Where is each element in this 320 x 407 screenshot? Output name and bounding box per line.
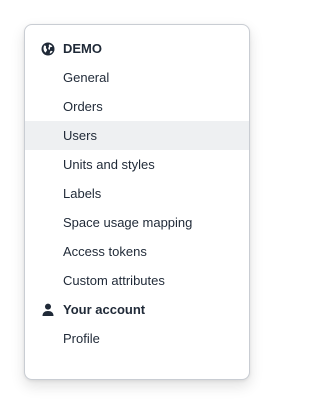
nav-item-label: Custom attributes [63,273,165,288]
nav-item-label: Space usage mapping [63,215,193,230]
nav-item-space-usage-mapping[interactable]: Space usage mapping [25,208,249,237]
section-title-demo: DEMO [63,41,102,56]
nav-item-units-and-styles[interactable]: Units and styles [25,150,249,179]
nav-item-general[interactable]: General [25,63,249,92]
nav-item-profile[interactable]: Profile [25,324,249,353]
nav-item-labels[interactable]: Labels [25,179,249,208]
nav-item-label: Profile [63,331,100,346]
nav-item-orders[interactable]: Orders [25,92,249,121]
nav-item-label: General [63,70,110,85]
nav-item-access-tokens[interactable]: Access tokens [25,237,249,266]
nav-item-label: Access tokens [63,244,147,259]
nav-item-users[interactable]: Users [25,121,249,150]
section-title-your-account: Your account [63,302,146,317]
settings-menu: DEMO General Orders Users Units and styl… [25,34,249,353]
user-icon [41,303,55,317]
nav-item-label: Orders [63,99,103,114]
settings-menu-card: DEMO General Orders Users Units and styl… [24,24,250,380]
nav-item-custom-attributes[interactable]: Custom attributes [25,266,249,295]
nav-item-label: Units and styles [63,157,155,172]
nav-item-label: Users [63,128,97,143]
nav-item-label: Labels [63,186,102,201]
section-header-your-account: Your account [25,295,249,324]
section-header-demo: DEMO [25,34,249,63]
globe-icon [41,42,55,56]
